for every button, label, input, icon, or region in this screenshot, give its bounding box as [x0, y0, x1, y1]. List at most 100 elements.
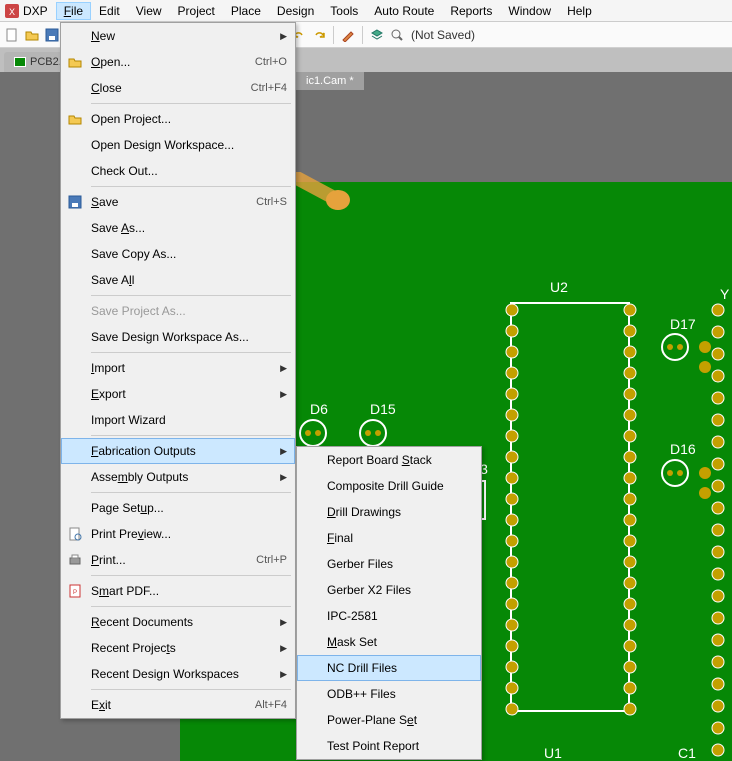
file-close[interactable]: CloseCtrl+F4 [61, 75, 295, 101]
file-recent-projects[interactable]: Recent Projects▶ [61, 635, 295, 661]
menu-tools[interactable]: Tools [322, 2, 366, 20]
redo-icon[interactable] [311, 27, 327, 43]
file-import[interactable]: Import▶ [61, 355, 295, 381]
file-save-design-ws-as[interactable]: Save Design Workspace As... [61, 324, 295, 350]
app-icon: X [4, 3, 20, 19]
fab-odb-files[interactable]: ODB++ Files [297, 681, 481, 707]
menu-window[interactable]: Window [500, 2, 559, 20]
menu-file[interactable]: File [56, 2, 91, 20]
menu-separator [91, 606, 291, 607]
print-preview-icon [67, 526, 83, 542]
file-save[interactable]: SaveCtrl+S [61, 189, 295, 215]
file-print-accel: Ctrl+P [256, 554, 287, 566]
open-folder-icon[interactable] [24, 27, 40, 43]
file-new[interactable]: New▶ [61, 23, 295, 49]
fabrication-outputs-submenu: Report Board Stack Composite Drill Guide… [296, 446, 482, 760]
chevron-right-icon: ▶ [280, 669, 287, 680]
chevron-right-icon: ▶ [280, 363, 287, 374]
toolbar-separator [333, 26, 334, 44]
file-open-accel: Ctrl+O [255, 56, 287, 68]
file-print[interactable]: Print...Ctrl+P [61, 547, 295, 573]
chevron-right-icon: ▶ [280, 31, 287, 42]
menu-view[interactable]: View [128, 2, 170, 20]
u2-pads-left [502, 300, 522, 720]
file-fabrication-outputs[interactable]: Fabrication Outputs▶ [61, 438, 295, 464]
save-icon[interactable] [44, 27, 60, 43]
menu-separator [91, 689, 291, 690]
svg-text:X: X [9, 7, 15, 17]
file-open-design-ws[interactable]: Open Design Workspace... [61, 132, 295, 158]
fab-mask-set[interactable]: Mask Set [297, 629, 481, 655]
pdf-icon: P [67, 583, 83, 599]
file-open[interactable]: Open...Ctrl+O [61, 49, 295, 75]
chevron-right-icon: ▶ [280, 389, 287, 400]
fab-ipc-2581[interactable]: IPC-2581 [297, 603, 481, 629]
silk-d6: D6 [310, 402, 328, 416]
file-save-all[interactable]: Save All [61, 267, 295, 293]
silk-d17: D17 [670, 317, 696, 331]
file-exit[interactable]: ExitAlt+F4 [61, 692, 295, 718]
chevron-right-icon: ▶ [280, 472, 287, 483]
search-icon[interactable] [389, 27, 405, 43]
tab-cam-peek[interactable]: ic1.Cam * [296, 72, 364, 90]
save-icon [67, 194, 83, 210]
file-close-accel: Ctrl+F4 [251, 82, 287, 94]
file-save-project-as: Save Project As... [61, 298, 295, 324]
layer-icon[interactable] [369, 27, 385, 43]
menu-separator [91, 295, 291, 296]
fab-final[interactable]: Final [297, 525, 481, 551]
fab-test-point-report[interactable]: Test Point Report [297, 733, 481, 759]
file-recent-design-ws[interactable]: Recent Design Workspaces▶ [61, 661, 295, 687]
fab-gerber-files[interactable]: Gerber Files [297, 551, 481, 577]
file-check-out[interactable]: Check Out... [61, 158, 295, 184]
file-save-copy-as[interactable]: Save Copy As... [61, 241, 295, 267]
right-edge-pads [708, 300, 728, 761]
new-file-icon[interactable] [4, 27, 20, 43]
silk-d15: D15 [370, 402, 396, 416]
silk-u1: U1 [544, 746, 562, 760]
fab-drill-drawings[interactable]: Drill Drawings [297, 499, 481, 525]
fab-nc-drill-files[interactable]: NC Drill Files [297, 655, 481, 681]
menubar: X DXP File Edit View Project Place Desig… [0, 0, 732, 22]
chevron-right-icon: ▶ [280, 446, 287, 457]
menu-separator [91, 103, 291, 104]
menu-edit[interactable]: Edit [91, 2, 128, 20]
file-smart-pdf[interactable]: P Smart PDF... [61, 578, 295, 604]
file-open-project[interactable]: Open Project... [61, 106, 295, 132]
silk-d16: D16 [670, 442, 696, 456]
file-recent-docs[interactable]: Recent Documents▶ [61, 609, 295, 635]
file-menu: New▶ Open...Ctrl+O CloseCtrl+F4 Open Pro… [60, 22, 296, 719]
u2-pads-right [620, 300, 640, 720]
menu-place[interactable]: Place [223, 2, 269, 20]
menu-auto-route[interactable]: Auto Route [366, 2, 442, 20]
fab-power-plane-set[interactable]: Power-Plane Set [297, 707, 481, 733]
file-save-as[interactable]: Save As... [61, 215, 295, 241]
menu-separator [91, 575, 291, 576]
menu-design[interactable]: Design [269, 2, 322, 20]
file-assembly-outputs[interactable]: Assembly Outputs▶ [61, 464, 295, 490]
file-save-accel: Ctrl+S [256, 196, 287, 208]
saved-status: (Not Saved) [411, 28, 475, 42]
silk-u2: U2 [550, 280, 568, 294]
open-folder-icon [67, 54, 83, 70]
menu-separator [91, 352, 291, 353]
menu-separator [91, 435, 291, 436]
open-project-icon [67, 111, 83, 127]
u2-outline [510, 302, 630, 712]
chevron-right-icon: ▶ [280, 643, 287, 654]
file-import-wizard[interactable]: Import Wizard [61, 407, 295, 433]
menu-separator [91, 186, 291, 187]
menu-project[interactable]: Project [170, 2, 223, 20]
fab-composite-drill-guide[interactable]: Composite Drill Guide [297, 473, 481, 499]
app-name: DXP [23, 4, 48, 18]
menu-reports[interactable]: Reports [442, 2, 500, 20]
fab-gerber-x2-files[interactable]: Gerber X2 Files [297, 577, 481, 603]
file-exit-accel: Alt+F4 [255, 699, 287, 711]
wizard-icon[interactable] [340, 27, 356, 43]
file-print-preview[interactable]: Print Preview... [61, 521, 295, 547]
file-export[interactable]: Export▶ [61, 381, 295, 407]
silk-c1: C1 [678, 746, 696, 760]
menu-help[interactable]: Help [559, 2, 600, 20]
file-page-setup[interactable]: Page Setup... [61, 495, 295, 521]
fab-report-board-stack[interactable]: Report Board Stack [297, 447, 481, 473]
